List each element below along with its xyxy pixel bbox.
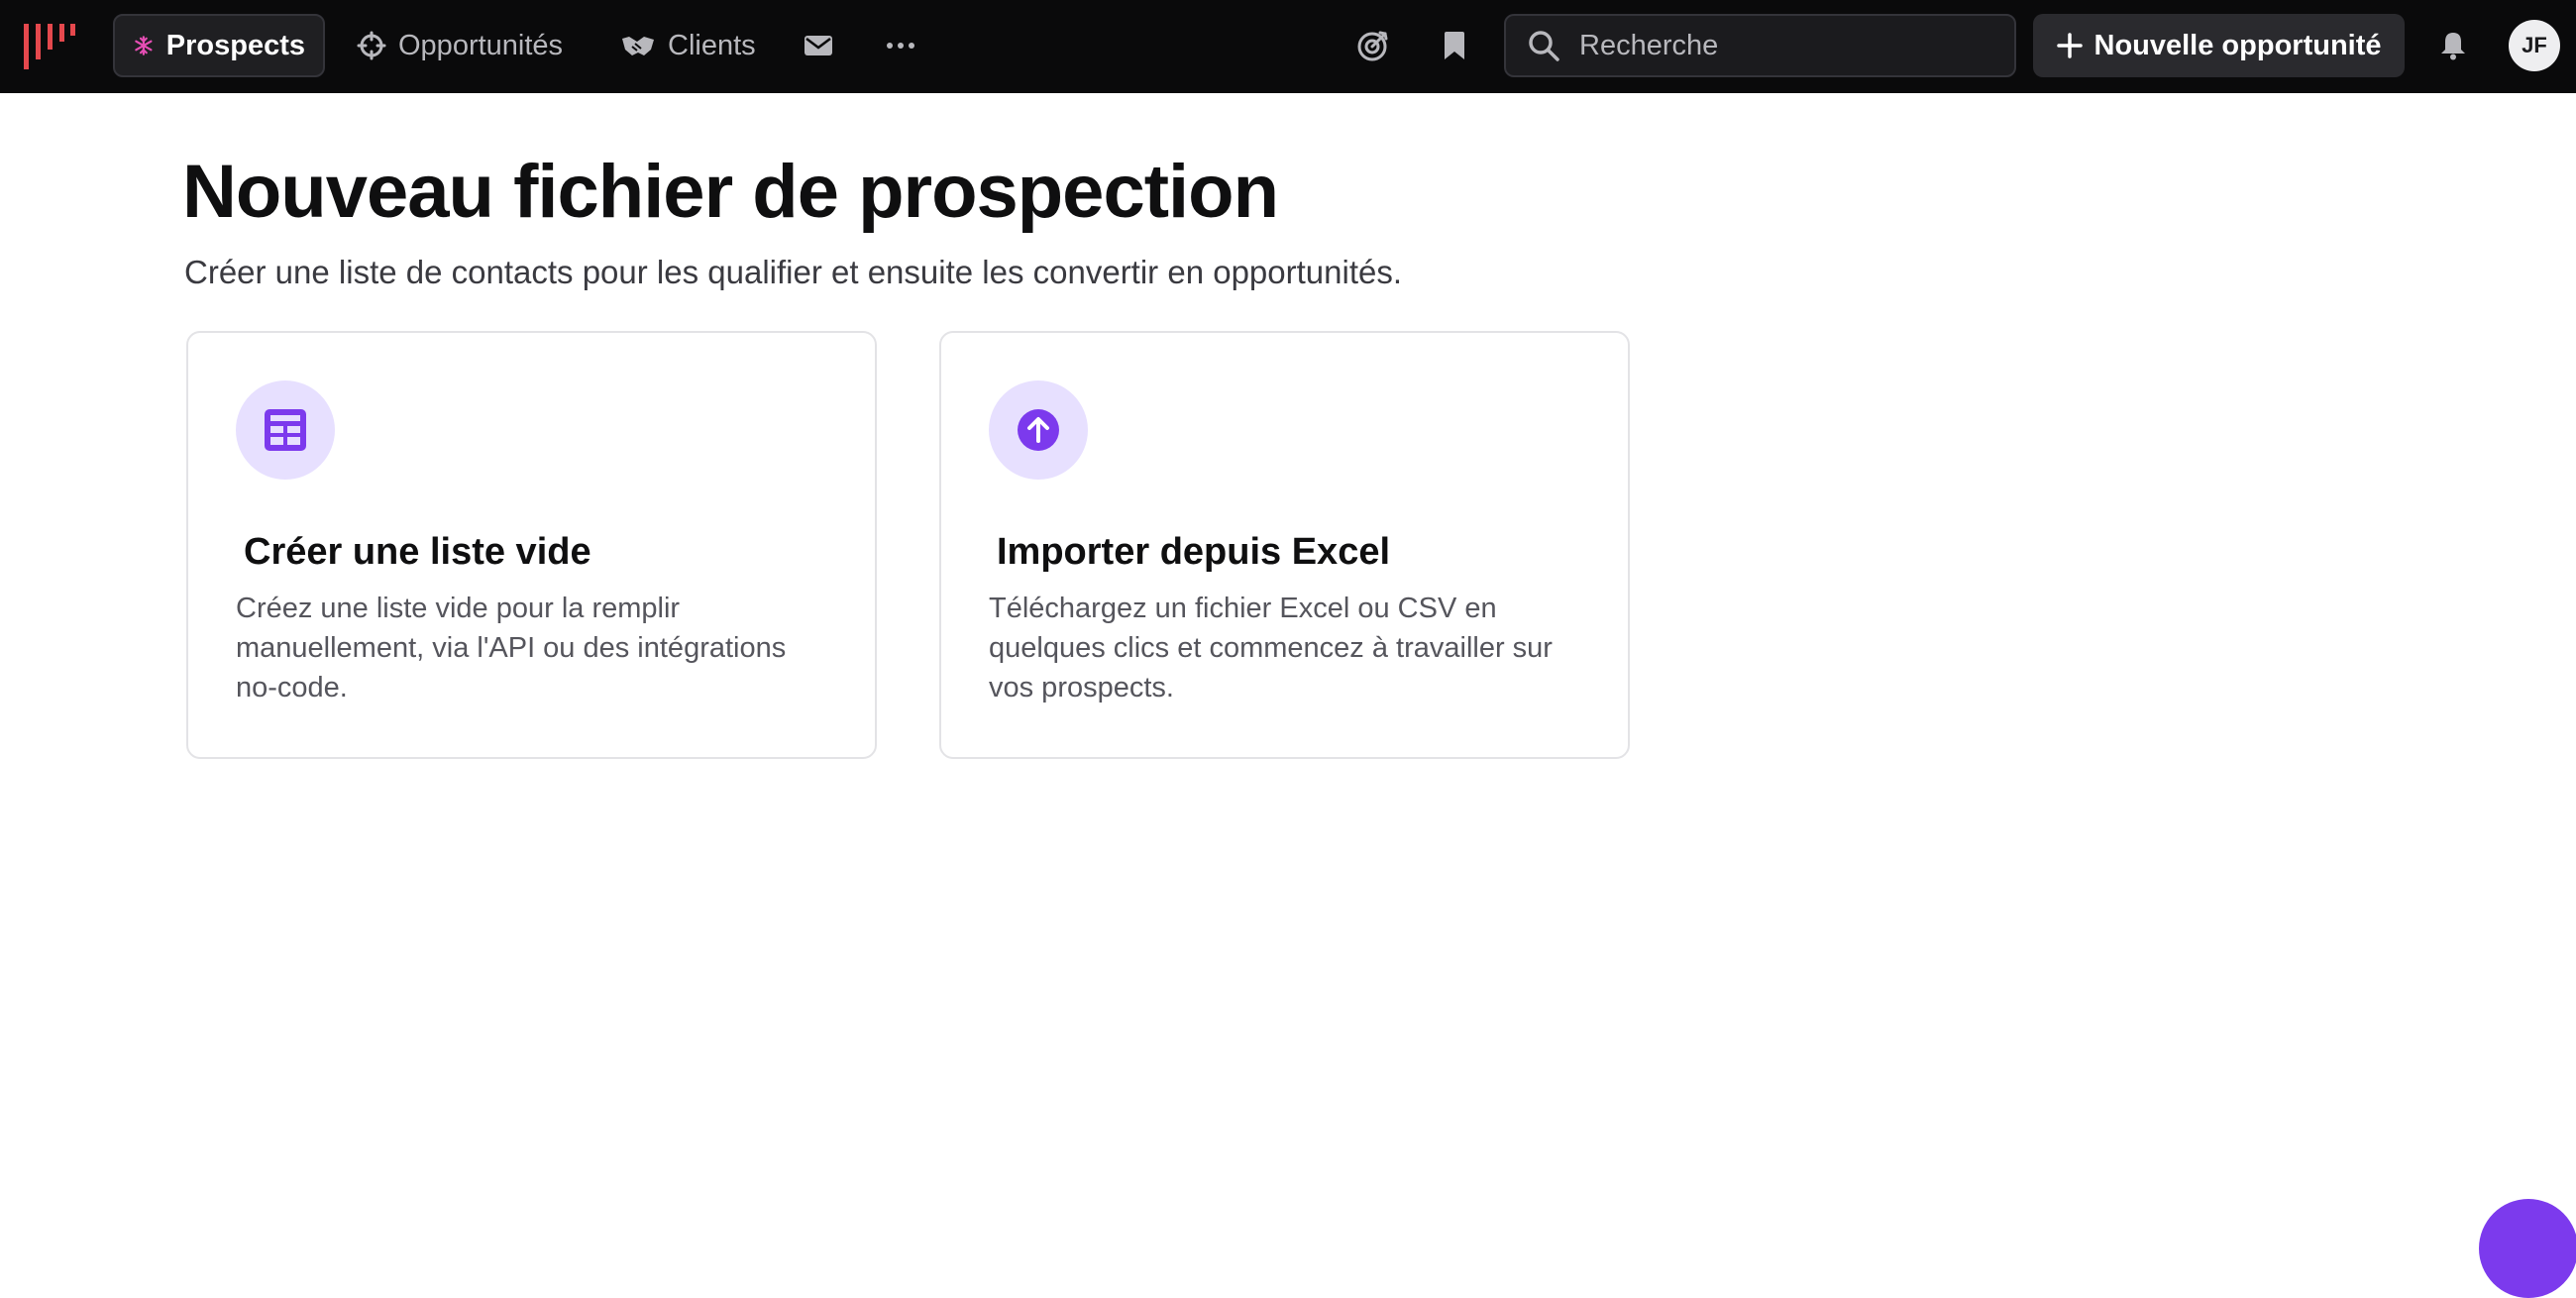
card-title: Importer depuis Excel: [997, 531, 1391, 573]
plus-icon: [2056, 33, 2083, 58]
card-description: Créez une liste vide pour la remplir man…: [236, 593, 787, 703]
mail-icon: [805, 36, 832, 55]
more-dots-icon: [887, 43, 914, 49]
nav-opportunites[interactable]: Opportunités: [339, 14, 581, 77]
app-logo-icon[interactable]: [24, 24, 75, 69]
nav-opportunites-label: Opportunités: [398, 29, 564, 61]
search-box[interactable]: [1504, 14, 2016, 77]
upload-icon: [1018, 409, 1059, 451]
more-button[interactable]: [877, 22, 924, 69]
target-icon: [1357, 31, 1388, 61]
user-avatar[interactable]: JF: [2509, 20, 2560, 71]
goals-button[interactable]: [1349, 22, 1397, 69]
nav-prospects-label: Prospects: [165, 29, 305, 61]
bell-icon: [2441, 33, 2465, 60]
nav-clients-label: Clients: [668, 29, 756, 61]
new-opportunity-label: Nouvelle opportunité: [2093, 29, 2382, 61]
card-title: Créer une liste vide: [244, 531, 591, 573]
snowflake-icon: [135, 36, 153, 55]
nav-clients[interactable]: Clients: [602, 14, 774, 77]
search-input[interactable]: [1577, 28, 1992, 63]
create-empty-list-card[interactable]: Créer une liste vide Créez une liste vid…: [186, 331, 877, 759]
table-icon: [265, 409, 306, 451]
notifications-button[interactable]: [2429, 22, 2477, 69]
bookmark-button[interactable]: [1431, 22, 1478, 69]
bookmark-icon: [1445, 32, 1464, 59]
import-excel-card[interactable]: Importer depuis Excel Téléchargez un fic…: [939, 331, 1630, 759]
card-icon-circle: [989, 380, 1088, 480]
search-icon: [1529, 31, 1559, 61]
mail-button[interactable]: [795, 22, 842, 69]
new-opportunity-button[interactable]: Nouvelle opportunité: [2033, 14, 2405, 77]
handshake-icon: [622, 37, 654, 55]
page-title: Nouveau fichier de prospection: [182, 150, 1279, 234]
top-nav-bar: Prospects Opportunités Clients Recherche…: [0, 0, 2576, 93]
nav-prospects[interactable]: Prospects: [113, 14, 325, 77]
card-icon-circle: [236, 380, 335, 480]
crosshair-icon: [357, 31, 386, 60]
card-description: Téléchargez un fichier Excel ou CSV en q…: [989, 593, 1553, 703]
chat-launcher-button[interactable]: [2479, 1199, 2576, 1298]
page-subtitle: Créer une liste de contacts pour les qua…: [184, 254, 1403, 290]
